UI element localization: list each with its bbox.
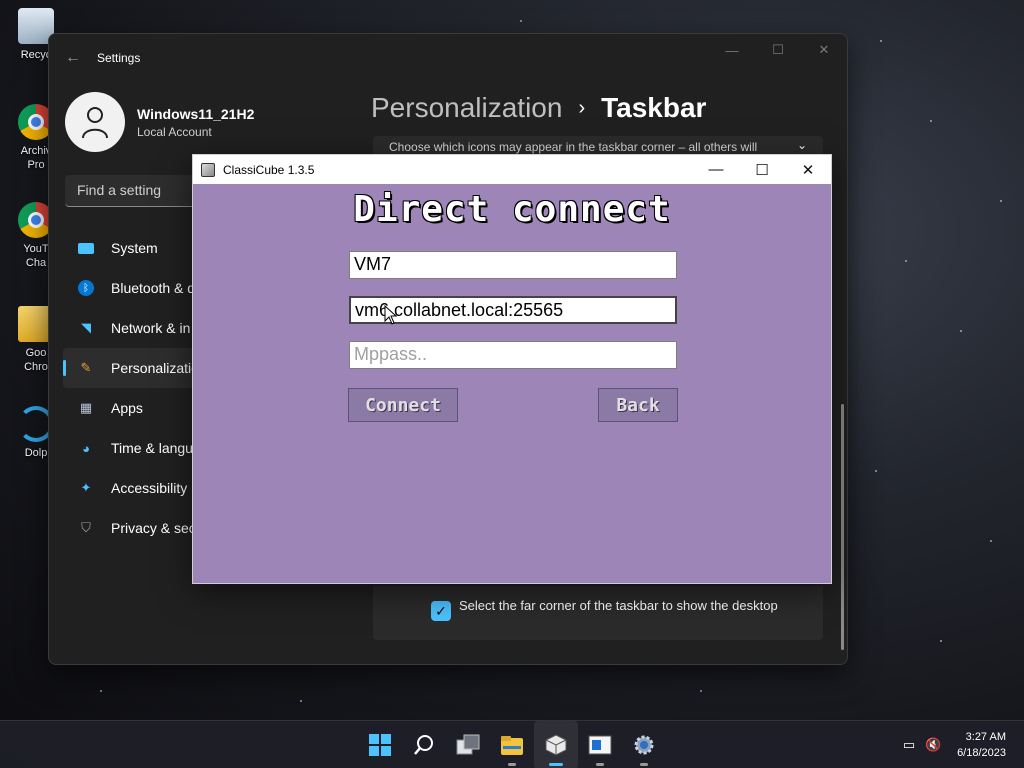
task-view-icon	[456, 734, 480, 755]
settings-gear-icon	[634, 735, 654, 755]
account-type: Local Account	[137, 124, 212, 139]
apps-icon: ▦	[79, 400, 93, 415]
back-arrow-icon[interactable]: ←	[49, 49, 97, 67]
classicube-app-icon	[201, 162, 215, 177]
scrollbar[interactable]	[841, 404, 844, 650]
minimize-button[interactable]: —	[709, 34, 755, 66]
network-wired-icon[interactable]: ▭	[897, 737, 921, 753]
page-title: Taskbar	[601, 92, 707, 123]
breadcrumb-separator: ›	[578, 96, 586, 119]
taskbar-task-view-button[interactable]	[446, 721, 490, 768]
breadcrumb: Personalization › Taskbar	[371, 92, 706, 124]
settings-title: Settings	[97, 51, 141, 65]
taskbar-corner-icons-text: Choose which icons may appear in the tas…	[389, 140, 758, 154]
mppass-input[interactable]: Mppass..	[349, 341, 677, 369]
taskbar: ▭ 🔇 3:27 AM 6/18/2023	[0, 720, 1024, 768]
clock[interactable]: 3:27 AM 6/18/2023	[945, 729, 1024, 761]
bluetooth-icon: ᛒ	[77, 279, 95, 297]
mouse-cursor-icon	[384, 305, 398, 325]
minimize-button[interactable]: —	[693, 155, 739, 184]
server-address-input[interactable]: vm6.collabnet.local:25565	[349, 296, 677, 324]
system-icon	[77, 239, 95, 257]
person-icon	[82, 107, 108, 139]
system-tray: ▭ 🔇 3:27 AM 6/18/2023	[897, 721, 1024, 768]
time-language-icon: ◕	[82, 440, 90, 456]
taskbar-classicube-button[interactable]	[534, 721, 578, 768]
maximize-button[interactable]: ☐	[739, 155, 785, 184]
user-profile[interactable]: Windows11_21H2 Local Account	[65, 92, 254, 152]
show-desktop-label: Select the far corner of the taskbar to …	[459, 598, 778, 613]
username-input[interactable]: VM7	[349, 251, 677, 279]
chevron-down-icon[interactable]: ⌄	[797, 138, 807, 152]
classicube-title: ClassiCube 1.3.5	[223, 162, 315, 177]
avatar	[65, 92, 125, 152]
accessibility-icon: ✦	[80, 480, 92, 495]
taskbar-window-app-button[interactable]	[578, 721, 622, 768]
connect-button[interactable]: Connect	[348, 388, 458, 422]
maximize-button[interactable]: ☐	[755, 34, 801, 66]
start-icon	[369, 734, 391, 756]
show-desktop-setting: ✓ Select the far corner of the taskbar t…	[373, 586, 823, 640]
close-button[interactable]: ✕	[785, 155, 831, 184]
back-button[interactable]: Back	[598, 388, 678, 422]
taskbar-search-button[interactable]	[402, 721, 446, 768]
taskbar-file-explorer-button[interactable]	[490, 721, 534, 768]
close-button[interactable]: ✕	[801, 34, 847, 66]
network-icon: ◥	[81, 320, 91, 335]
clock-time: 3:27 AM	[965, 731, 1006, 743]
breadcrumb-parent[interactable]: Personalization	[371, 92, 562, 124]
taskbar-settings-button[interactable]	[622, 721, 666, 768]
file-explorer-icon	[501, 736, 523, 755]
direct-connect-heading: Direct connect	[353, 189, 671, 230]
window-app-icon	[588, 735, 612, 755]
volume-muted-icon[interactable]: 🔇	[921, 737, 945, 753]
classicube-icon	[545, 734, 567, 756]
taskbar-start-button[interactable]	[358, 721, 402, 768]
shield-icon: ⛉	[81, 520, 91, 535]
classicube-window: ClassiCube 1.3.5 — ☐ ✕ Direct connect VM…	[192, 154, 832, 584]
search-icon	[414, 735, 433, 755]
show-desktop-checkbox[interactable]: ✓	[431, 601, 451, 621]
user-name: Windows11_21H2	[137, 105, 255, 122]
brush-icon: ✎	[80, 360, 92, 375]
clock-date: 6/18/2023	[957, 747, 1006, 759]
